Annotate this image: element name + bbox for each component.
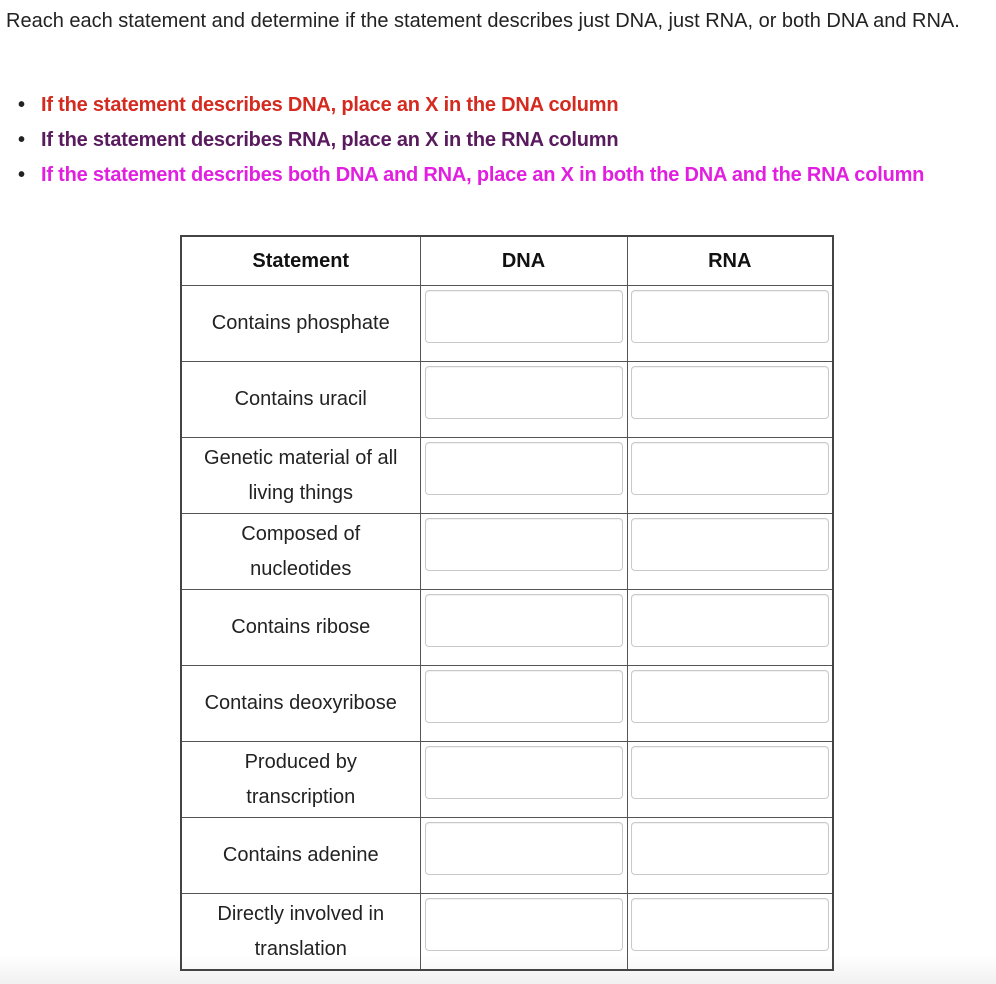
header-dna: DNA [419, 235, 628, 286]
statement-text: Contains phosphate [211, 312, 390, 334]
dna-answer-box[interactable] [424, 746, 623, 799]
rule-dna: • If the statement describes DNA, place … [18, 88, 996, 123]
statement-text: Contains ribose [231, 616, 371, 638]
bullet-icon: • [18, 164, 25, 186]
dna-answer-box[interactable] [424, 366, 623, 419]
rule-both-text: If the statement describes both DNA and … [41, 164, 925, 186]
rna-answer-box[interactable] [630, 366, 829, 419]
dna-answer-box[interactable] [424, 442, 623, 495]
dna-answer-box[interactable] [424, 594, 623, 647]
dna-answer-box[interactable] [424, 898, 623, 951]
table-row: Composed of nucleotides [180, 513, 834, 590]
dna-answer-box[interactable] [424, 518, 623, 571]
statement-text: Directly involved in translation [217, 902, 385, 960]
table-row: Contains adenine [180, 817, 834, 894]
rna-answer-box[interactable] [630, 518, 829, 571]
table-row: Contains phosphate [180, 285, 834, 362]
rna-answer-box[interactable] [630, 290, 829, 343]
statement-text: Genetic material of all living things [204, 446, 398, 504]
bullet-icon: • [18, 129, 25, 151]
rna-answer-box[interactable] [630, 746, 829, 799]
table-row: Directly involved in translation [180, 893, 834, 971]
rna-answer-box[interactable] [630, 822, 829, 875]
statement-text: Composed of nucleotides [241, 522, 361, 580]
table-row: Contains deoxyribose [180, 665, 834, 742]
header-statement: Statement [180, 235, 421, 286]
bullet-icon: • [18, 94, 25, 116]
dna-rna-table: Statement DNA RNA Contains phosphate Con… [180, 235, 834, 971]
statement-text: Contains deoxyribose [204, 692, 397, 714]
statement-text: Produced by transcription [244, 750, 357, 808]
dna-answer-box[interactable] [424, 290, 623, 343]
header-rna: RNA [626, 235, 834, 286]
rna-answer-box[interactable] [630, 442, 829, 495]
rule-both: • If the statement describes both DNA an… [18, 158, 996, 193]
table-row: Produced by transcription [180, 741, 834, 818]
dna-answer-box[interactable] [424, 670, 623, 723]
rule-rna-text: If the statement describes RNA, place an… [41, 129, 619, 151]
statement-text: Contains uracil [234, 388, 367, 410]
table-row: Contains ribose [180, 589, 834, 666]
table-row: Genetic material of all living things [180, 437, 834, 514]
statement-text: Contains adenine [222, 844, 379, 866]
instructions-intro: Reach each statement and determine if th… [6, 10, 960, 32]
rna-answer-box[interactable] [630, 898, 829, 951]
table-header-row: Statement DNA RNA [180, 235, 834, 286]
rule-rna: • If the statement describes RNA, place … [18, 123, 996, 158]
rna-answer-box[interactable] [630, 670, 829, 723]
dna-answer-box[interactable] [424, 822, 623, 875]
table-row: Contains uracil [180, 361, 834, 438]
rna-answer-box[interactable] [630, 594, 829, 647]
instruction-rules-list: • If the statement describes DNA, place … [0, 88, 996, 193]
rule-dna-text: If the statement describes DNA, place an… [41, 94, 619, 116]
